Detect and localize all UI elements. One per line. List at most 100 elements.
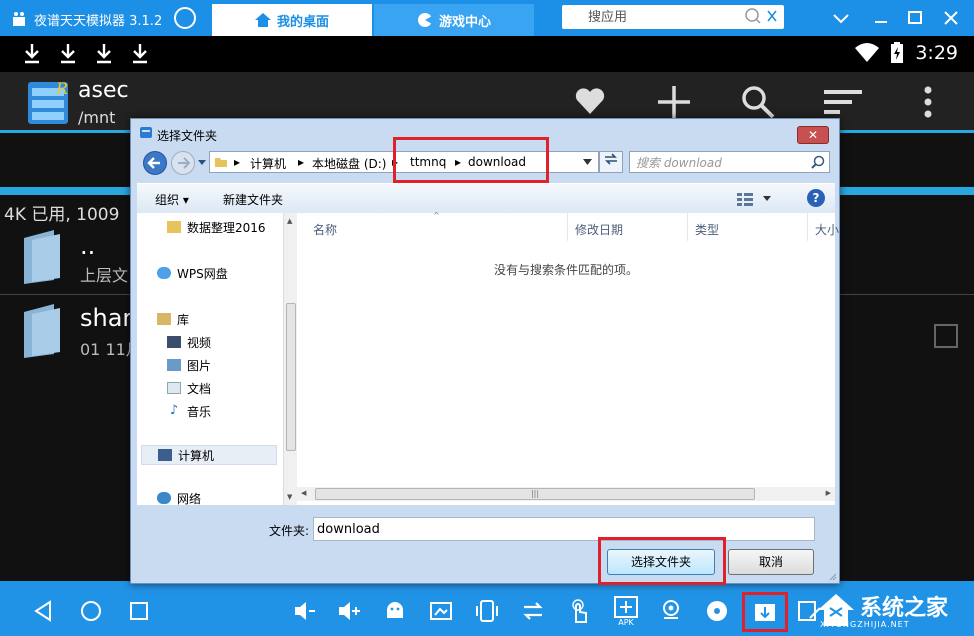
navigation-pane: 数据整理2016 WPS网盘 库 视频 图片 文档 ♪ 音乐 计算机 网络 [137,213,289,505]
recent-apps-icon[interactable] [126,598,152,624]
column-type[interactable]: 类型 [695,221,719,238]
shared-folder-name[interactable]: shar [80,304,132,332]
music-icon: ♪ [169,403,179,418]
android-icon[interactable] [382,598,408,624]
disc-icon[interactable] [704,598,730,624]
breadcrumb-separator: ▸ [234,155,241,169]
column-name[interactable]: 名称 [313,221,337,238]
forward-button[interactable] [171,151,195,175]
tree-item-network[interactable]: 网络 [157,491,297,505]
tab-game-center[interactable]: 游戏中心 [374,4,534,36]
rotate-icon[interactable] [520,598,546,624]
screenshot-icon[interactable] [428,598,454,624]
game-icon [417,13,432,27]
column-size[interactable]: 大小 [815,221,839,238]
wifi-icon [855,43,879,62]
navigation-pane-scrollbar[interactable]: ▲ ▼ [283,213,297,505]
history-dropdown-icon[interactable] [197,159,207,167]
scroll-right-icon[interactable]: ▶ [826,489,831,497]
storage-usage-text: 4K 已用, 1009 [4,205,120,225]
folder-icon [215,158,227,167]
folder-name-input[interactable] [313,517,815,541]
file-list-horizontal-scrollbar[interactable]: ◀ ||| ▶ [297,487,835,501]
tree-item-label: 网络 [177,491,202,506]
maximize-icon[interactable] [904,8,926,28]
breadcrumb-computer[interactable]: 计算机 [250,155,286,172]
emulator-title: 夜谱天天模拟器 3.1.2 [34,14,163,29]
cancel-button[interactable]: 取消 [728,549,814,575]
folder-field-label: 文件夹: [269,524,310,538]
favorite-heart-icon[interactable] [574,86,606,116]
column-divider[interactable] [807,213,808,241]
back-button[interactable] [143,151,167,175]
empty-search-message: 没有与搜索条件匹配的项。 [493,263,638,277]
dialog-search-input[interactable] [636,154,804,172]
location-icon[interactable] [658,598,684,624]
parent-folder-name[interactable]: .. [80,232,95,260]
scroll-down-icon[interactable]: ▼ [287,493,292,501]
shake-phone-icon[interactable] [474,598,500,624]
watermark-text: 系统之家 [860,596,949,621]
status-time: 3:29 [915,42,958,64]
scroll-left-icon[interactable]: ◀ [301,489,306,497]
menu-chevron-icon[interactable] [830,8,852,28]
home-circle-icon[interactable] [78,598,104,624]
minimize-icon[interactable] [870,8,892,28]
column-divider[interactable] [687,213,688,241]
view-options-icon[interactable] [737,192,773,206]
close-icon[interactable] [940,8,962,28]
search-icon[interactable] [744,7,780,27]
column-modified-date[interactable]: 修改日期 [575,221,623,238]
volume-down-icon[interactable] [292,598,318,624]
scrollbar-thumb[interactable]: ||| [315,488,755,500]
cloud-icon [157,267,171,279]
tree-item-label: 图片 [187,358,212,373]
sort-ascending-icon: ^ [433,211,440,220]
back-arrow-icon [147,157,160,169]
user-account-icon[interactable] [174,7,196,29]
computer-icon [158,449,172,461]
tab-game-center-label: 游戏中心 [438,14,491,30]
tree-item-label: 音乐 [187,404,212,419]
scroll-up-icon[interactable]: ▲ [287,217,292,225]
download-notification-icon [61,44,75,64]
row-select-checkbox[interactable] [934,324,958,348]
picture-icon [167,359,181,371]
volume-up-icon[interactable] [336,598,362,624]
dialog-close-button[interactable]: ✕ [797,126,829,144]
tree-item-wps-cloud[interactable]: WPS网盘 [157,263,297,283]
download-notification-icon [25,44,39,64]
back-triangle-icon[interactable] [30,598,56,624]
add-icon[interactable] [656,84,692,120]
install-apk-icon[interactable]: APK [612,594,640,626]
resize-grip-icon[interactable] [827,571,837,581]
column-divider[interactable] [567,213,568,241]
library-icon [157,313,171,325]
download-notification-icon [133,44,147,64]
app-folder-name: asec [78,78,129,103]
touch-hand-icon[interactable] [566,598,592,624]
folder-icon [24,304,60,358]
new-folder-button[interactable]: 新建文件夹 [223,191,283,208]
search-icon[interactable] [740,84,776,120]
tab-my-desktop[interactable]: 我的桌面 [212,4,372,36]
folder-icon [24,230,60,284]
help-icon[interactable]: ? [807,189,825,207]
document-icon [167,382,181,394]
search-icon[interactable] [811,155,825,169]
app-search-input[interactable] [588,7,748,27]
app-search-box[interactable] [562,5,784,29]
dialog-app-icon [140,127,152,138]
folder-icon [167,221,181,233]
organize-button[interactable]: 组织 ▾ [155,191,189,208]
sort-icon[interactable] [822,88,864,116]
address-dropdown-icon[interactable] [583,159,592,165]
highlight-path-annotation [393,137,549,183]
more-options-icon[interactable] [922,84,934,120]
breadcrumb-local-disk[interactable]: 本地磁盘 (D:) [312,155,386,172]
tree-item-libraries[interactable]: 库 [157,309,297,329]
tree-item-computer[interactable]: 计算机 [141,445,277,465]
dialog-search-box[interactable] [629,151,830,173]
refresh-button[interactable] [599,151,623,173]
scrollbar-thumb[interactable] [286,303,296,451]
